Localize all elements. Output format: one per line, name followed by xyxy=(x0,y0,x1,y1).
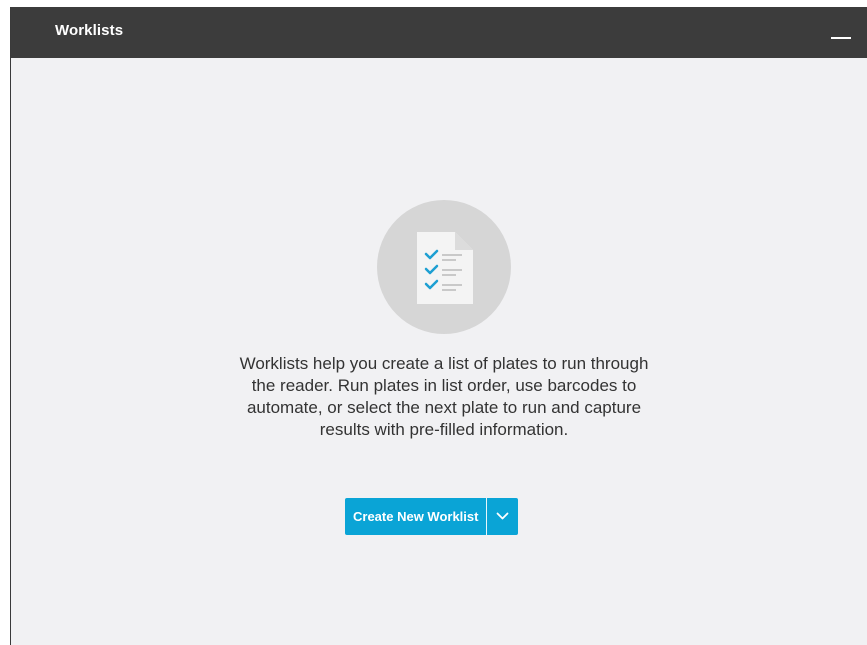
chevron-down-icon xyxy=(497,512,509,520)
worklists-window: Worklists Worklists help you create a li… xyxy=(10,7,867,645)
create-new-worklist-button[interactable]: Create New Worklist xyxy=(345,498,487,535)
illustration-circle xyxy=(377,200,511,334)
minimize-button[interactable] xyxy=(829,23,853,45)
empty-state-panel: Worklists help you create a list of plat… xyxy=(11,58,867,645)
titlebar: Worklists xyxy=(11,7,867,58)
create-worklist-split-button: Create New Worklist xyxy=(345,498,519,535)
create-worklist-dropdown-button[interactable] xyxy=(487,498,519,535)
window-title: Worklists xyxy=(55,22,124,39)
checklist-document-icon xyxy=(417,232,473,304)
empty-state-description: Worklists help you create a list of plat… xyxy=(239,354,649,439)
